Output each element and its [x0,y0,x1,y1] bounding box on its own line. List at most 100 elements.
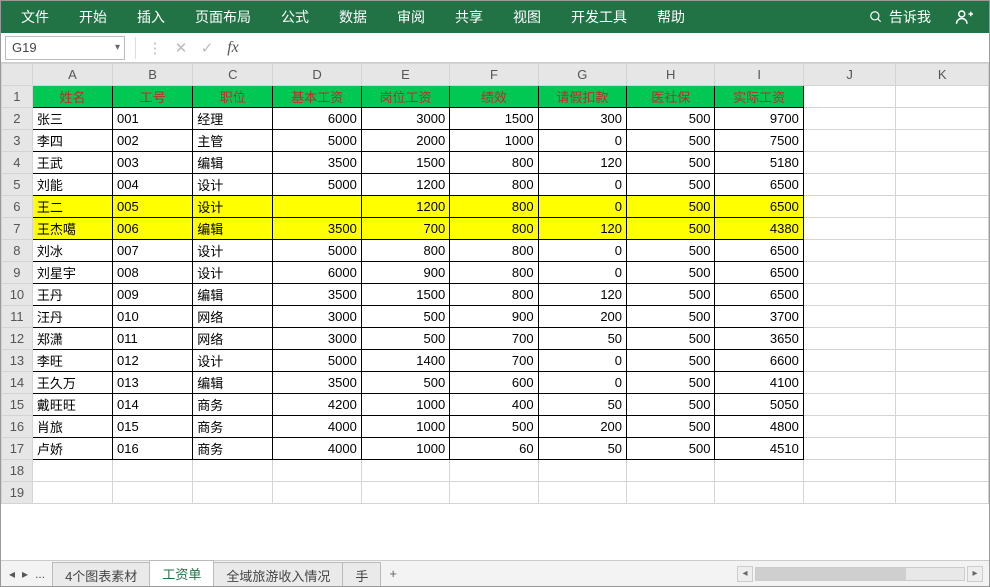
cell-I19[interactable] [715,482,803,504]
cell-name-6[interactable]: 王二 [32,196,112,218]
cell-K2[interactable] [896,108,989,130]
row-header-11[interactable]: 11 [2,306,33,328]
menu-tab-8[interactable]: 视图 [499,1,555,33]
name-box[interactable]: G19 ▾ [5,36,125,60]
cell-name-2[interactable]: 张三 [32,108,112,130]
cell-K13[interactable] [896,350,989,372]
cell-base-7[interactable]: 3500 [273,218,361,240]
cell-leave-13[interactable]: 0 [538,350,626,372]
cell-leave-12[interactable]: 50 [538,328,626,350]
cell-J6[interactable] [803,196,896,218]
cell-K12[interactable] [896,328,989,350]
cell-name-17[interactable]: 卢娇 [32,438,112,460]
cell-net-11[interactable]: 3700 [715,306,803,328]
cell-J17[interactable] [803,438,896,460]
row-header-16[interactable]: 16 [2,416,33,438]
cell-K10[interactable] [896,284,989,306]
cell-K5[interactable] [896,174,989,196]
col-header-H[interactable]: H [627,64,715,86]
cell-base-12[interactable]: 3000 [273,328,361,350]
cell-base-2[interactable]: 6000 [273,108,361,130]
cell-name-7[interactable]: 王杰噶 [32,218,112,240]
cell-J13[interactable] [803,350,896,372]
cell-leave-5[interactable]: 0 [538,174,626,196]
cell-C19[interactable] [193,482,273,504]
cell-perf-4[interactable]: 800 [450,152,538,174]
cell-net-14[interactable]: 4100 [715,372,803,394]
cell-pos-13[interactable]: 设计 [193,350,273,372]
cell-perf-15[interactable]: 400 [450,394,538,416]
cell-name-16[interactable]: 肖旅 [32,416,112,438]
cell-J9[interactable] [803,262,896,284]
cell-id-11[interactable]: 010 [113,306,193,328]
cell-perf-14[interactable]: 600 [450,372,538,394]
row-header-12[interactable]: 12 [2,328,33,350]
cell-K15[interactable] [896,394,989,416]
scroll-track[interactable] [755,567,965,581]
cell-id-5[interactable]: 004 [113,174,193,196]
cell-base-16[interactable]: 4000 [273,416,361,438]
row-header-10[interactable]: 10 [2,284,33,306]
cell-C18[interactable] [193,460,273,482]
cell-leave-9[interactable]: 0 [538,262,626,284]
cell-name-12[interactable]: 郑潇 [32,328,112,350]
menu-tab-10[interactable]: 帮助 [643,1,699,33]
cell-A18[interactable] [32,460,112,482]
cell-id-2[interactable]: 001 [113,108,193,130]
cell-id-17[interactable]: 016 [113,438,193,460]
scroll-thumb[interactable] [756,568,906,580]
cell-J18[interactable] [803,460,896,482]
cell-base-4[interactable]: 3500 [273,152,361,174]
cell-pos-7[interactable]: 编辑 [193,218,273,240]
cell-B19[interactable] [113,482,193,504]
cell-id-10[interactable]: 009 [113,284,193,306]
cell-G19[interactable] [538,482,626,504]
cell-id-8[interactable]: 007 [113,240,193,262]
cell-post-2[interactable]: 3000 [361,108,449,130]
cell-K7[interactable] [896,218,989,240]
cell-base-5[interactable]: 5000 [273,174,361,196]
cancel-formula-button[interactable]: ✕ [168,39,194,57]
cell-K16[interactable] [896,416,989,438]
cell-post-15[interactable]: 1000 [361,394,449,416]
cell-ins-6[interactable]: 500 [627,196,715,218]
menu-tab-5[interactable]: 数据 [325,1,381,33]
account-button[interactable] [945,8,983,26]
row-header-3[interactable]: 3 [2,130,33,152]
cell-ins-15[interactable]: 500 [627,394,715,416]
cell-base-6[interactable] [273,196,361,218]
cell-pos-10[interactable]: 编辑 [193,284,273,306]
menu-tab-2[interactable]: 插入 [123,1,179,33]
cell-K3[interactable] [896,130,989,152]
cell-J12[interactable] [803,328,896,350]
cell-net-7[interactable]: 4380 [715,218,803,240]
cell-pos-2[interactable]: 经理 [193,108,273,130]
scroll-right-icon[interactable]: ▸ [967,566,983,582]
cell-id-6[interactable]: 005 [113,196,193,218]
cell-perf-13[interactable]: 700 [450,350,538,372]
cell-net-4[interactable]: 5180 [715,152,803,174]
cell-perf-16[interactable]: 500 [450,416,538,438]
cell-base-10[interactable]: 3500 [273,284,361,306]
cell-post-6[interactable]: 1200 [361,196,449,218]
cell-name-5[interactable]: 刘能 [32,174,112,196]
header-cell-8[interactable]: 实际工资 [715,86,803,108]
cell-J15[interactable] [803,394,896,416]
col-header-J[interactable]: J [803,64,896,86]
header-cell-3[interactable]: 基本工资 [273,86,361,108]
row-header-19[interactable]: 19 [2,482,33,504]
cell-base-3[interactable]: 5000 [273,130,361,152]
cell-K8[interactable] [896,240,989,262]
cell-D19[interactable] [273,482,361,504]
cell-net-10[interactable]: 6500 [715,284,803,306]
cell-id-4[interactable]: 003 [113,152,193,174]
cell-post-9[interactable]: 900 [361,262,449,284]
cell-id-15[interactable]: 014 [113,394,193,416]
cell-J3[interactable] [803,130,896,152]
cell-net-17[interactable]: 4510 [715,438,803,460]
row-header-5[interactable]: 5 [2,174,33,196]
cell-net-13[interactable]: 6600 [715,350,803,372]
cell-A19[interactable] [32,482,112,504]
cell-leave-2[interactable]: 300 [538,108,626,130]
cell-name-9[interactable]: 刘星宇 [32,262,112,284]
